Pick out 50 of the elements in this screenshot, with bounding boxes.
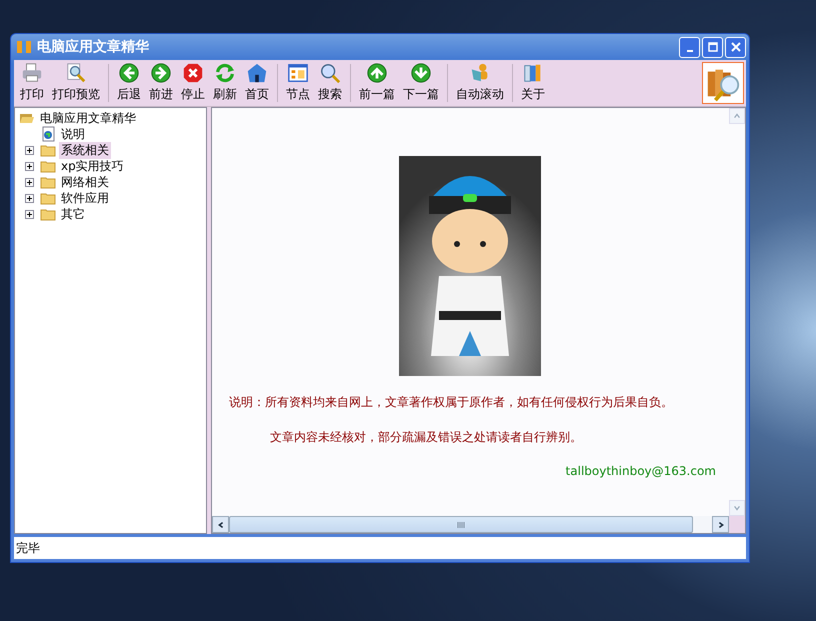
tree-item[interactable]: 软件应用: [59, 190, 111, 206]
nodes-button[interactable]: 节点: [282, 60, 314, 106]
book-button[interactable]: 关于: [517, 60, 549, 106]
forward-button[interactable]: 前进: [145, 60, 177, 106]
tree-item[interactable]: 电脑应用文章精华: [38, 110, 138, 126]
stop-button[interactable]: 停止: [177, 60, 209, 106]
maximize-icon: [708, 42, 718, 52]
refresh-icon: [213, 62, 237, 84]
books-magnifier-logo: [702, 62, 744, 104]
minimize-icon: [686, 50, 692, 52]
maximize-button[interactable]: [702, 36, 723, 58]
minimize-button[interactable]: [679, 36, 700, 58]
expand-icon[interactable]: [25, 178, 34, 186]
email-text: tallboythinboy@163.com: [566, 464, 717, 478]
scroll-right-icon[interactable]: [716, 520, 724, 528]
expand-icon[interactable]: [25, 146, 34, 154]
grip-icon[interactable]: [456, 522, 466, 528]
search-button[interactable]: 搜索: [314, 60, 346, 106]
window-title: 电脑应用文章精华: [37, 38, 150, 56]
cross-icon: [181, 62, 205, 84]
expand-icon[interactable]: [25, 162, 34, 170]
tree-item[interactable]: 系统相关: [59, 142, 111, 158]
tree-item[interactable]: 说明: [59, 126, 87, 142]
search-icon: [318, 62, 342, 84]
close-icon: [730, 42, 740, 52]
tree-item[interactable]: xp实用技巧: [59, 158, 126, 174]
app-icon: [16, 39, 32, 55]
scroll-left-icon[interactable]: [216, 520, 224, 528]
back-button[interactable]: 后退: [113, 60, 145, 106]
tree-item[interactable]: 其它: [59, 206, 87, 222]
refresh-button[interactable]: 刷新: [209, 60, 241, 106]
close-button[interactable]: [725, 36, 746, 58]
up-button[interactable]: 前一篇: [355, 60, 399, 106]
scrollbar-corner: [729, 516, 745, 533]
tree-item[interactable]: 网络相关: [59, 174, 111, 190]
expand-icon[interactable]: [25, 210, 34, 218]
status-text: 完毕: [16, 540, 40, 556]
down-button[interactable]: 下一篇: [399, 60, 443, 106]
expand-icon[interactable]: [25, 194, 34, 202]
printer-icon: [20, 62, 44, 84]
notice-text: 说明：所有资料均来自网上，文章著作权属于原作者，如有任何侵权行为后果自负。: [228, 394, 673, 411]
house-icon: [245, 62, 269, 84]
window-icon: [286, 62, 310, 84]
document-globe-icon: [40, 126, 56, 142]
disclaimer-text: 文章内容未经核对，部分疏漏及错误之处请读者自行辨别。: [269, 429, 582, 446]
reader-button[interactable]: 自动滚动: [452, 60, 508, 106]
horizontal-scrollbar[interactable]: [212, 516, 745, 533]
home-button[interactable]: 首页: [241, 60, 273, 106]
preview-button[interactable]: 打印预览: [48, 60, 104, 106]
print-button[interactable]: 打印: [16, 60, 48, 106]
